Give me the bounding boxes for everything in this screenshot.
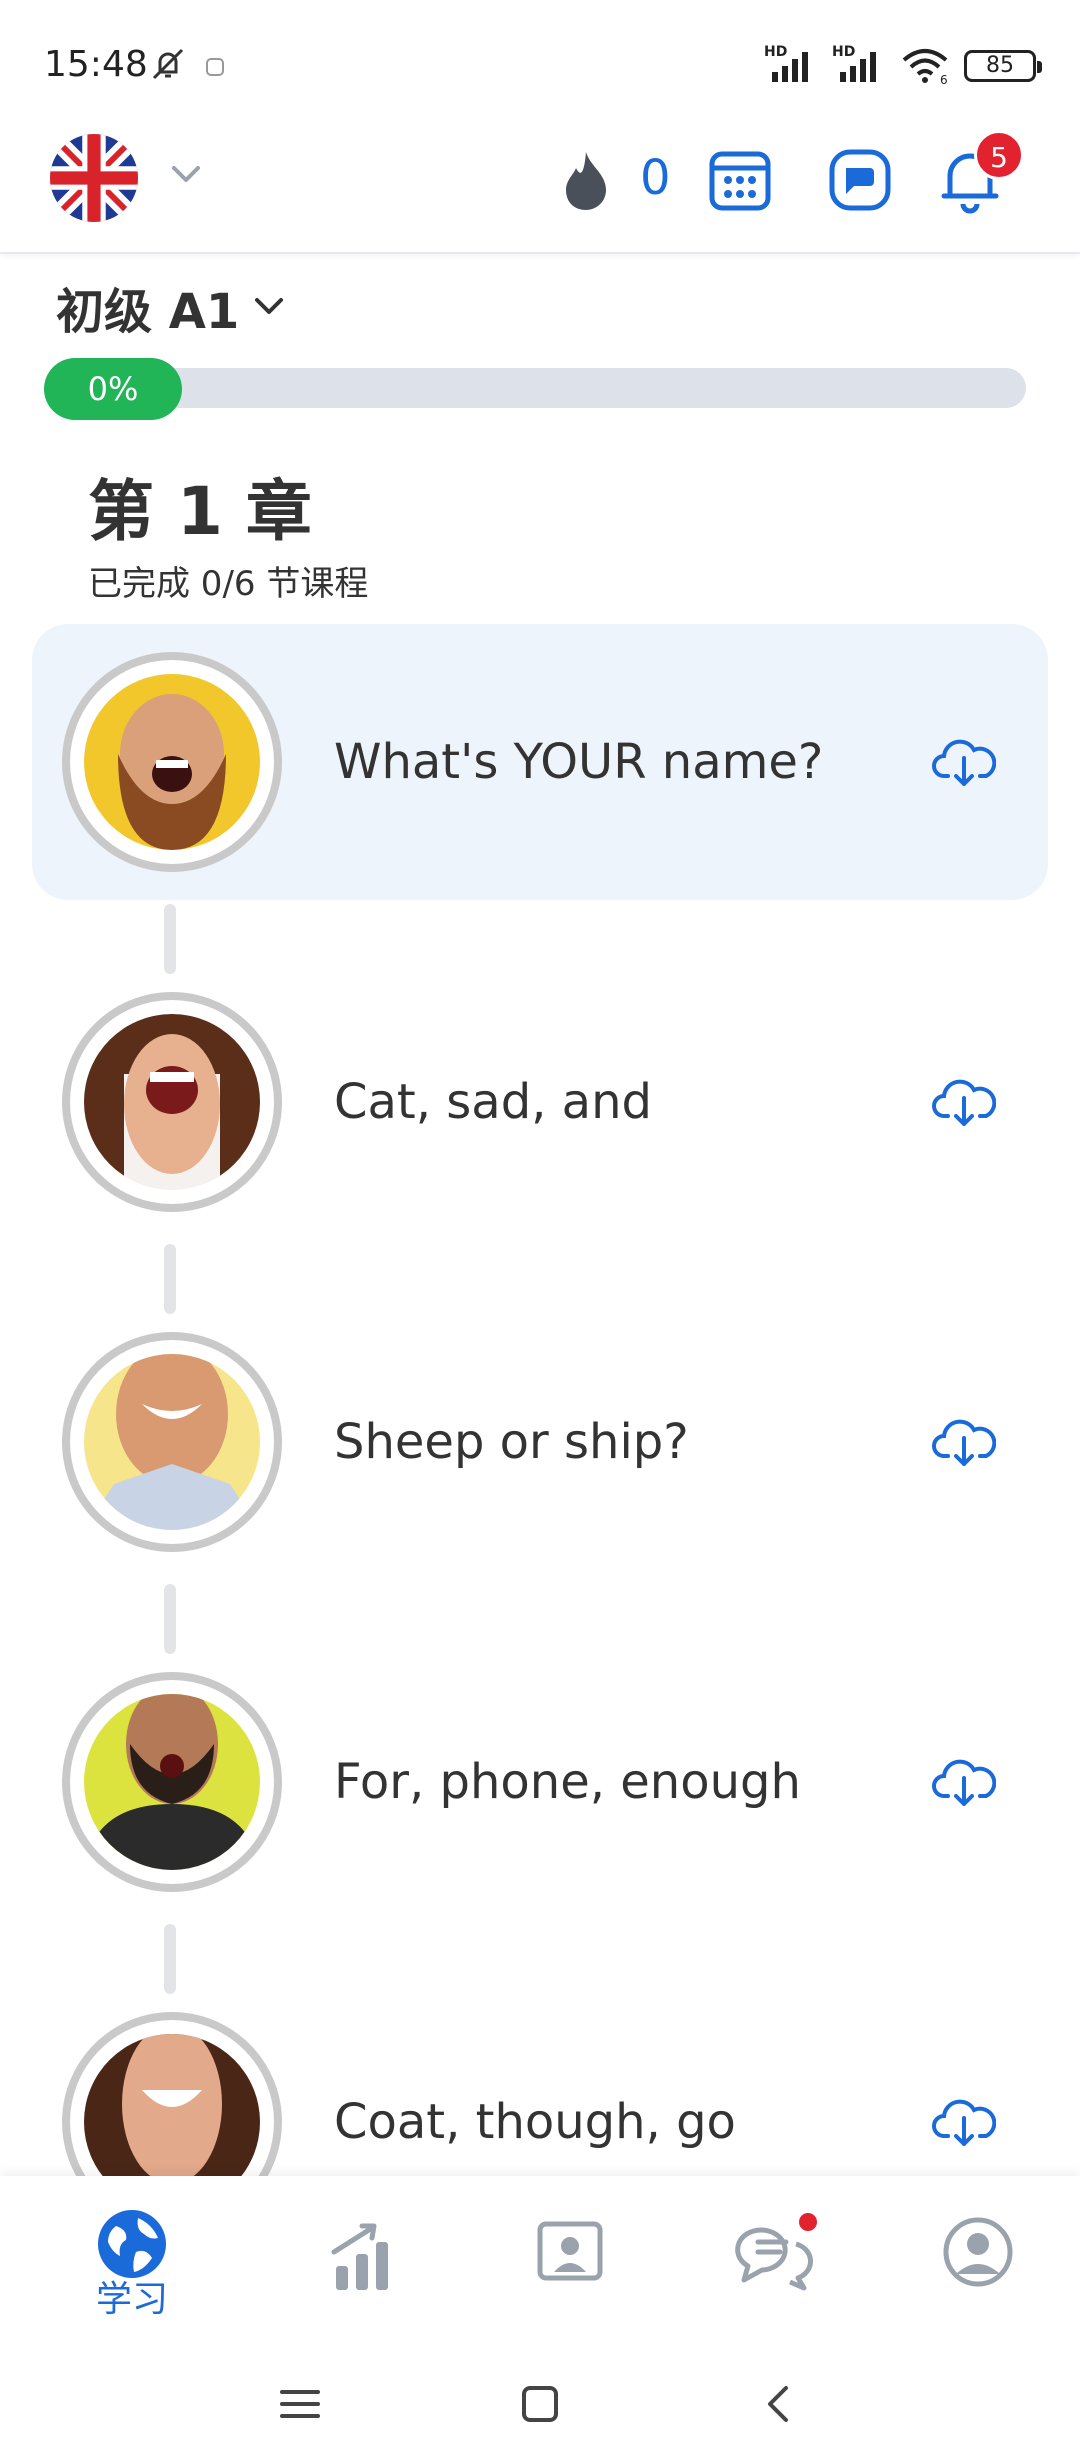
lesson-avatar (84, 1014, 260, 1190)
lesson-item[interactable]: Cat, sad, and (32, 964, 1048, 1240)
home-square-icon[interactable] (516, 2380, 564, 2428)
bottom-navigation: 学习 (0, 2176, 1080, 2336)
chevron-down-icon (255, 298, 284, 314)
lesson-avatar (84, 1694, 260, 1870)
lesson-item[interactable]: Sheep or ship? (32, 1304, 1048, 1580)
menu-icon[interactable] (276, 2380, 324, 2428)
status-time: 15:48 (44, 44, 148, 85)
account-avatar-icon[interactable] (918, 2196, 1038, 2316)
community-notification-dot (796, 2210, 820, 2234)
signal-hd-icon-2: HD (832, 44, 886, 84)
lesson-avatar-ring (62, 1332, 282, 1552)
progress-chart-icon[interactable] (306, 2196, 426, 2316)
lesson-avatar-ring (62, 1672, 282, 1892)
back-chevron-icon[interactable] (756, 2380, 804, 2428)
lesson-title: For, phone, enough (334, 1754, 801, 1810)
signal-hd-icon: HD (764, 44, 818, 84)
chevron-down-icon[interactable] (168, 160, 204, 190)
flame-icon[interactable] (558, 148, 614, 212)
lesson-avatar-ring (62, 992, 282, 1212)
lesson-item[interactable]: What's YOUR name? (32, 624, 1048, 900)
lesson-avatar (84, 1354, 260, 1530)
svg-text:6: 6 (940, 73, 948, 86)
wifi-icon: 6 (902, 49, 948, 86)
lesson-item[interactable]: For, phone, enough (32, 1644, 1048, 1920)
cloud-download-icon[interactable] (932, 1076, 996, 1128)
chapter-subtitle: 已完成 0/6 节课程 (88, 564, 369, 604)
cloud-download-icon[interactable] (932, 736, 996, 788)
lesson-avatar-ring (62, 652, 282, 872)
lesson-title: What's YOUR name? (334, 734, 824, 790)
lesson-title: Coat, though, go (334, 2094, 736, 2150)
streak-count: 0 (640, 150, 671, 206)
lesson-title: Cat, sad, and (334, 1074, 652, 1130)
progress-track (44, 368, 1026, 408)
message-icon[interactable] (826, 146, 894, 214)
system-navigation-bar (0, 2336, 1080, 2460)
language-flag-icon[interactable] (50, 134, 138, 222)
notification-badge: 5 (974, 130, 1024, 180)
cloud-download-icon[interactable] (932, 2096, 996, 2148)
chapter-title: 第 1 章 (88, 473, 312, 550)
calendar-icon[interactable] (706, 146, 774, 214)
cloud-download-icon[interactable] (932, 1416, 996, 1468)
tutor-profile-icon[interactable] (510, 2196, 630, 2316)
nav-label-learn[interactable]: 学习 (96, 2270, 168, 2322)
lesson-title: Sheep or ship? (334, 1414, 689, 1470)
status-bar: 15:48 HD HD 6 85 (0, 0, 1080, 120)
cloud-download-icon[interactable] (932, 1756, 996, 1808)
mute-bell-icon (152, 48, 184, 80)
battery-indicator: 85 (964, 50, 1042, 82)
top-app-bar: 0 5 (0, 120, 1080, 254)
progress-label: 0% (44, 358, 182, 420)
app-notification-icon (206, 58, 224, 76)
lesson-avatar (84, 674, 260, 850)
level-label: 初级 A1 (56, 284, 240, 340)
level-selector[interactable]: 初级 A1 (56, 272, 287, 342)
